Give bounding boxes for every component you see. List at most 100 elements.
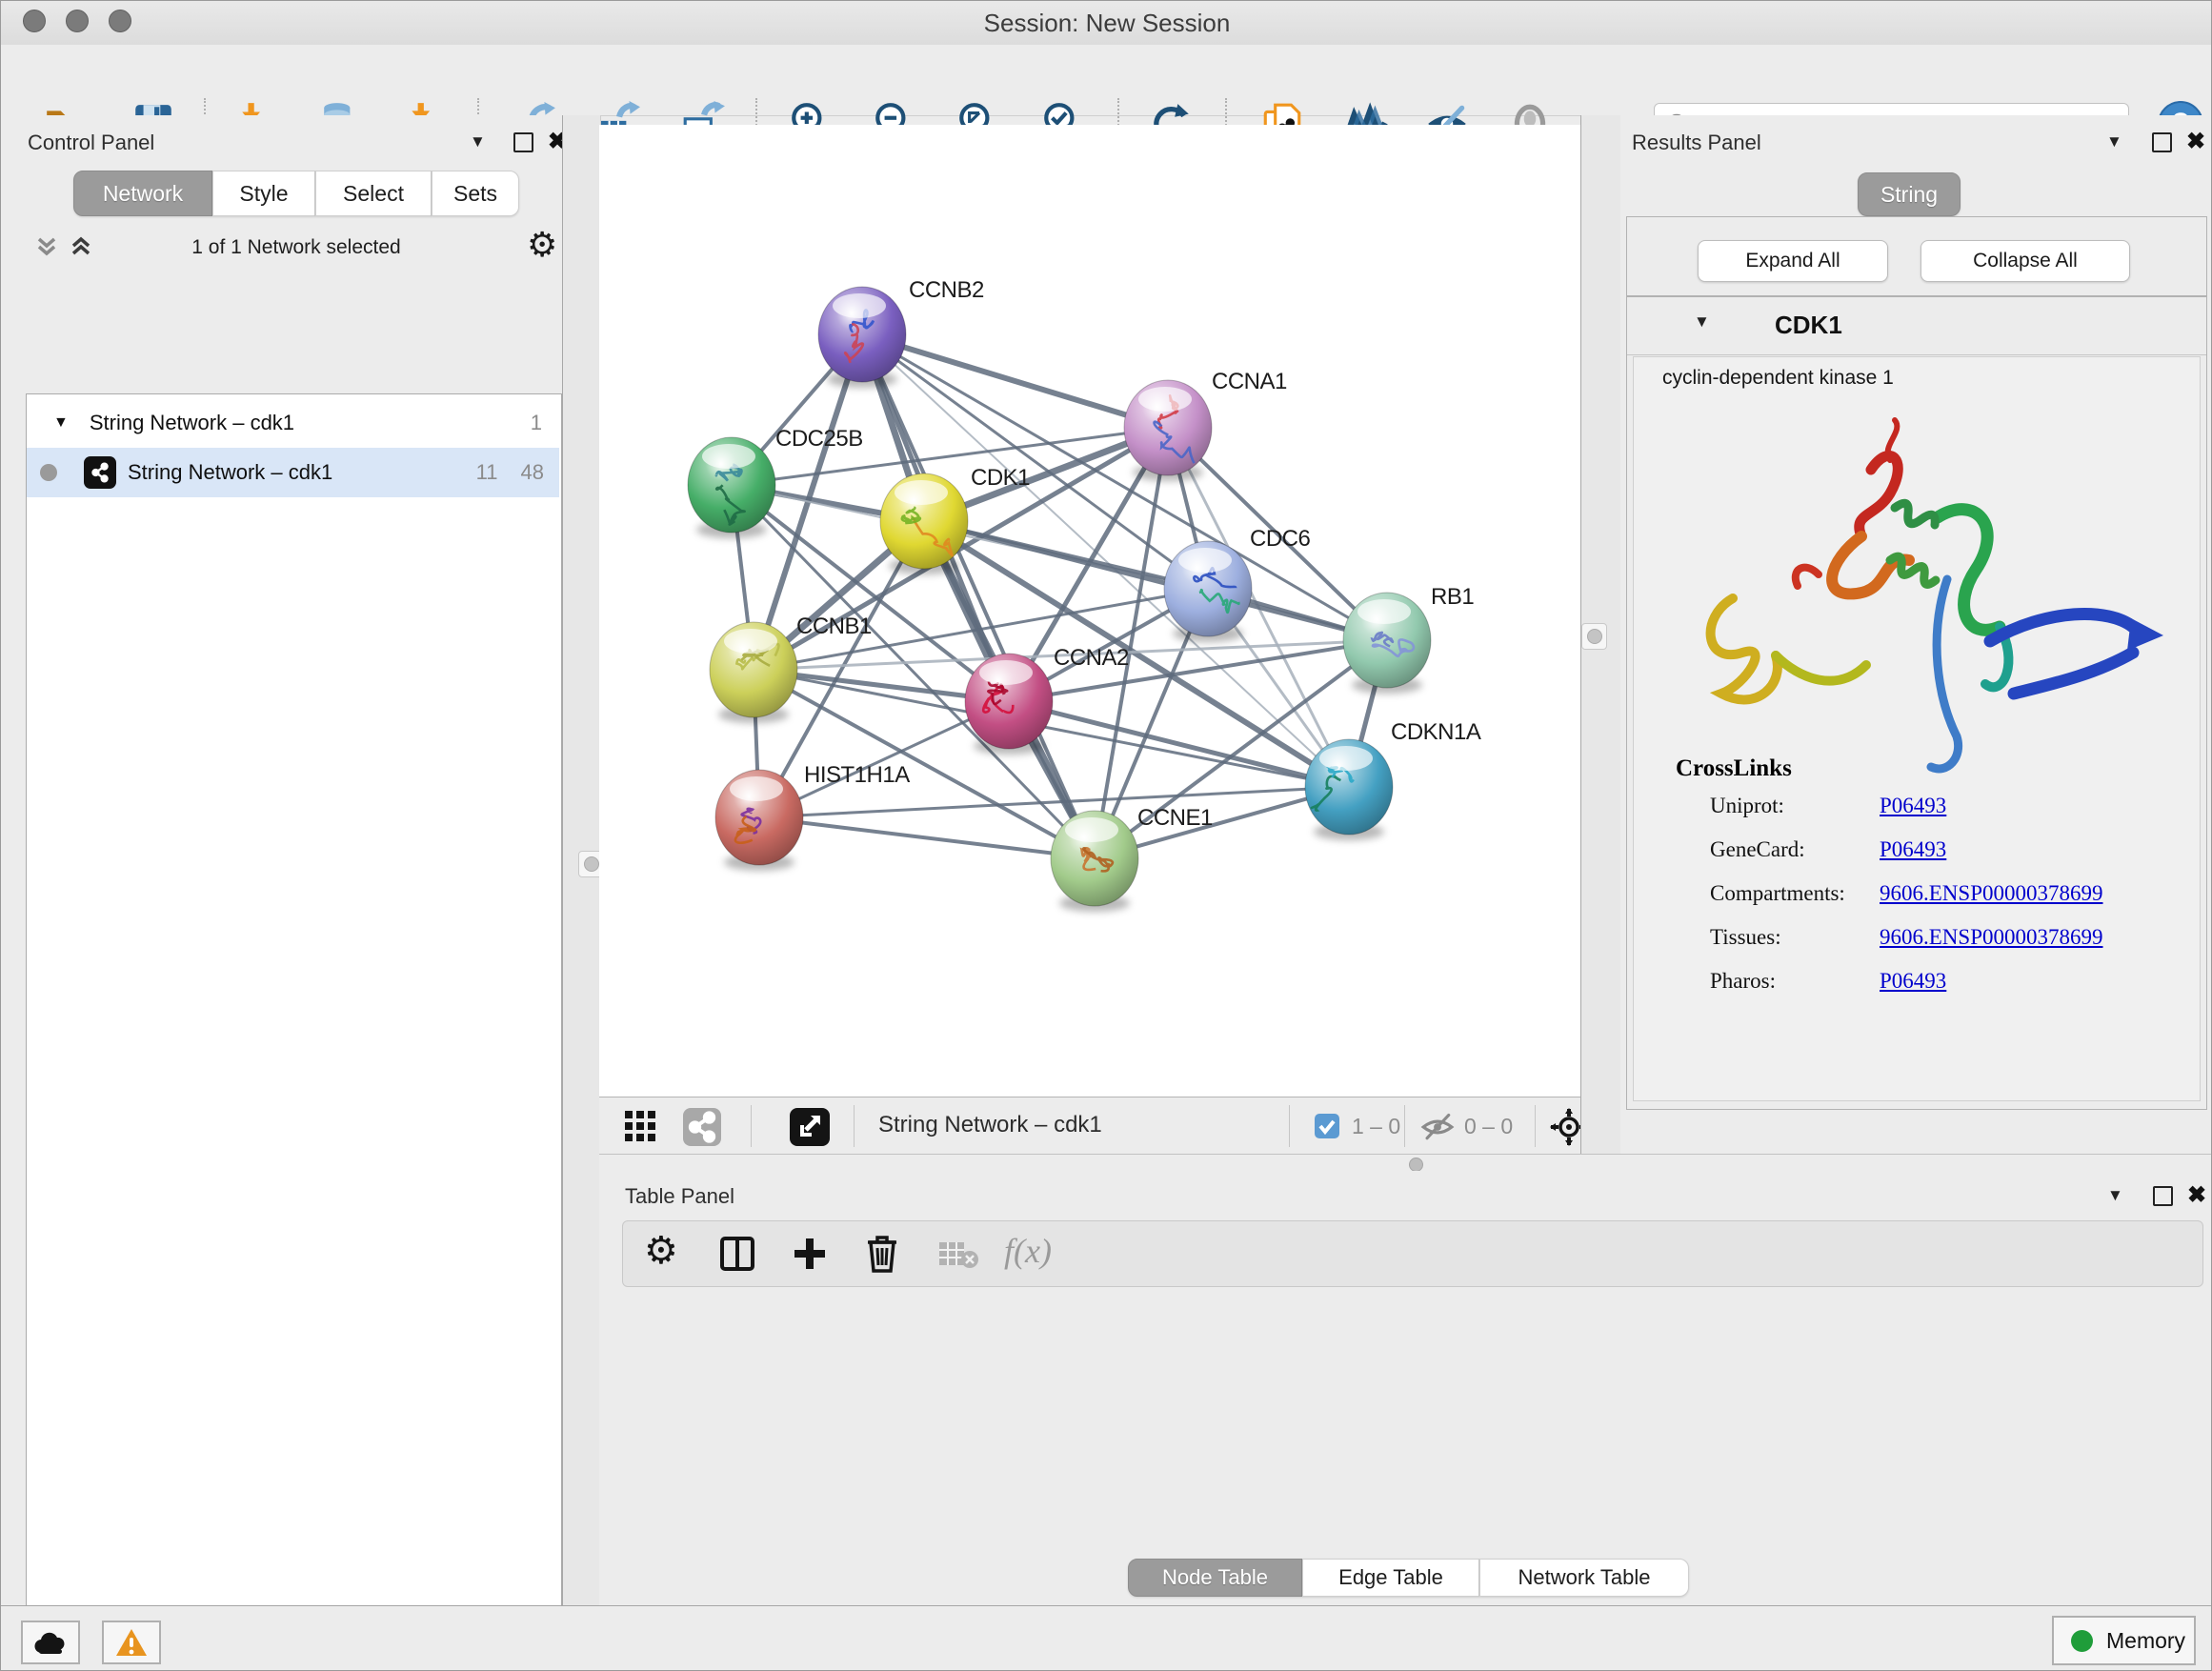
crosslink-compartments-link[interactable]: 9606.ENSP00000378699	[1880, 881, 2103, 906]
crosslink-label: Pharos:	[1710, 969, 1776, 994]
gene-section-header[interactable]: ▼ CDK1	[1627, 297, 2206, 355]
network-current-dot-icon	[40, 464, 57, 481]
main-toolbar: ?	[1, 45, 2212, 116]
network-view-toolbar: String Network – cdk1 1 – 0 0 – 0	[599, 1097, 1580, 1155]
status-bar: Memory	[1, 1605, 2212, 1671]
gene-name: CDK1	[1775, 311, 1842, 340]
hidden-eye-slash-icon	[1420, 1110, 1455, 1149]
selected-checkbox-icon[interactable]	[1314, 1113, 1340, 1144]
crosslink-label: Tissues:	[1710, 925, 1781, 950]
memory-label: Memory	[2106, 1628, 2185, 1654]
warnings-button[interactable]	[102, 1621, 161, 1664]
birdseye-view-icon[interactable]	[790, 1108, 830, 1146]
collapse-all-button[interactable]: Collapse All	[1920, 240, 2130, 282]
results-panel-maximize-icon[interactable]	[2152, 132, 2172, 152]
control-panel-maximize-icon[interactable]	[513, 132, 533, 152]
table-toolbar: ⚙ f(x)	[622, 1220, 2203, 1287]
tab-node-table[interactable]: Node Table	[1128, 1559, 1302, 1597]
hidden-count: 0 – 0	[1464, 1114, 1513, 1139]
gene-description: cyclin-dependent kinase 1	[1662, 367, 1894, 390]
results-buttons-card: Expand All Collapse All	[1626, 216, 2207, 296]
network-node-CCNA1[interactable]	[1124, 380, 1212, 481]
node-label-CCNE1: CCNE1	[1137, 805, 1213, 831]
add-column-icon[interactable]	[791, 1235, 829, 1278]
right-splitter-handle[interactable]	[1581, 623, 1607, 650]
node-label-CCNB2: CCNB2	[909, 277, 984, 303]
delete-column-trash-icon[interactable]	[863, 1233, 901, 1278]
network-node-RB1[interactable]	[1343, 593, 1431, 694]
node-label-CDC6: CDC6	[1250, 526, 1310, 552]
horizontal-splitter[interactable]	[599, 1154, 2212, 1172]
results-section-card: ▼ CDK1 cyclin-dependent kinase 1	[1626, 296, 2207, 1110]
crosslink-genecard-link[interactable]: P06493	[1880, 837, 1946, 862]
separator	[1289, 1105, 1290, 1147]
expand-all-networks-icon[interactable]	[33, 233, 60, 265]
separator	[1535, 1105, 1536, 1147]
tab-string[interactable]: String	[1858, 172, 1961, 216]
network-edge-CDK1-RB1[interactable]	[924, 521, 1387, 640]
cloud-status-button[interactable]	[21, 1621, 80, 1664]
collection-caret-icon[interactable]: ▼	[53, 414, 69, 432]
show-columns-icon[interactable]	[718, 1235, 756, 1278]
memory-button[interactable]: Memory	[2052, 1616, 2196, 1665]
network-canvas[interactable]: CCNB2CCNA1CDC25BCDK1CDC6RB1CCNB1CCNA2CDK…	[599, 125, 1580, 1097]
window-title: Session: New Session	[1, 1, 2212, 45]
network-share-icon[interactable]	[683, 1108, 721, 1146]
tab-style[interactable]: Style	[212, 171, 315, 216]
tab-select[interactable]: Select	[315, 171, 432, 216]
horizontal-splitter-handle[interactable]	[1409, 1158, 1423, 1172]
results-panel-float-icon[interactable]: ▼	[2106, 132, 2122, 151]
tab-sets[interactable]: Sets	[432, 171, 519, 216]
crosslink-label: Uniprot:	[1710, 794, 1784, 818]
network-row-label: String Network – cdk1	[128, 460, 332, 485]
network-node-CCNB1[interactable]	[710, 622, 797, 723]
separator	[751, 1105, 752, 1147]
table-settings-gear-icon[interactable]: ⚙	[644, 1229, 678, 1273]
window-minimize-button[interactable]	[66, 10, 89, 32]
results-panel-close-icon[interactable]: ✖	[2186, 131, 2205, 153]
crosslink-label: GeneCard:	[1710, 837, 1805, 862]
collapse-all-networks-icon[interactable]	[68, 233, 94, 265]
network-node-CDK1[interactable]	[880, 473, 968, 574]
network-node-HIST1H1A[interactable]	[715, 770, 803, 871]
function-builder-icon: f(x)	[1004, 1231, 1052, 1271]
network-node-CDC25B[interactable]	[688, 437, 775, 538]
tab-network[interactable]: Network	[73, 171, 212, 216]
grid-view-icon[interactable]	[624, 1110, 656, 1147]
crosslink-uniprot-link[interactable]: P06493	[1880, 794, 1946, 818]
separator	[1404, 1105, 1405, 1147]
collection-label: String Network – cdk1	[90, 411, 294, 435]
network-edge-HIST1H1A-CCNE1[interactable]	[759, 817, 1095, 858]
network-selected-info: 1 of 1 Network selected	[106, 236, 487, 259]
network-edge-CCNB2-CCNA1[interactable]	[862, 334, 1168, 428]
network-node-count: 11	[476, 460, 498, 485]
network-options-gear-icon[interactable]: ⚙	[527, 225, 557, 265]
window-close-button[interactable]	[23, 10, 46, 32]
tab-edge-table[interactable]: Edge Table	[1302, 1559, 1479, 1597]
node-label-CDKN1A: CDKN1A	[1391, 719, 1481, 745]
table-panel-maximize-icon[interactable]	[2153, 1186, 2173, 1206]
control-panel-title: Control Panel	[28, 131, 154, 155]
table-panel: Table Panel ▼ ✖ ⚙ f(x) shared	[599, 1171, 2212, 1605]
title-bar: Session: New Session	[1, 1, 2212, 46]
delete-table-icon	[937, 1238, 979, 1274]
table-panel-close-icon[interactable]: ✖	[2187, 1184, 2206, 1207]
memory-status-dot-icon	[2071, 1630, 2093, 1652]
warning-icon	[115, 1628, 148, 1657]
control-panel-float-icon[interactable]: ▼	[470, 132, 486, 151]
tab-network-table[interactable]: Network Table	[1479, 1559, 1689, 1597]
network-node-CDKN1A[interactable]	[1305, 739, 1393, 840]
table-panel-float-icon[interactable]: ▼	[2107, 1186, 2123, 1205]
network-type-icon	[84, 456, 116, 489]
cloud-icon	[33, 1630, 68, 1655]
window-zoom-button[interactable]	[109, 10, 131, 32]
selected-count: 1 – 0	[1352, 1114, 1400, 1139]
gene-section-caret-icon[interactable]: ▼	[1694, 312, 1710, 332]
crosslink-tissues-link[interactable]: 9606.ENSP00000378699	[1880, 925, 2103, 950]
network-row-selected[interactable]: String Network – cdk1 11 48	[27, 448, 559, 497]
network-node-CCNE1[interactable]	[1051, 811, 1138, 912]
node-label-CDK1: CDK1	[971, 465, 1030, 491]
expand-all-button[interactable]: Expand All	[1698, 240, 1888, 282]
network-collection-row[interactable]: ▼ String Network – cdk1 1	[27, 398, 559, 448]
crosslink-pharos-link[interactable]: P06493	[1880, 969, 1946, 994]
